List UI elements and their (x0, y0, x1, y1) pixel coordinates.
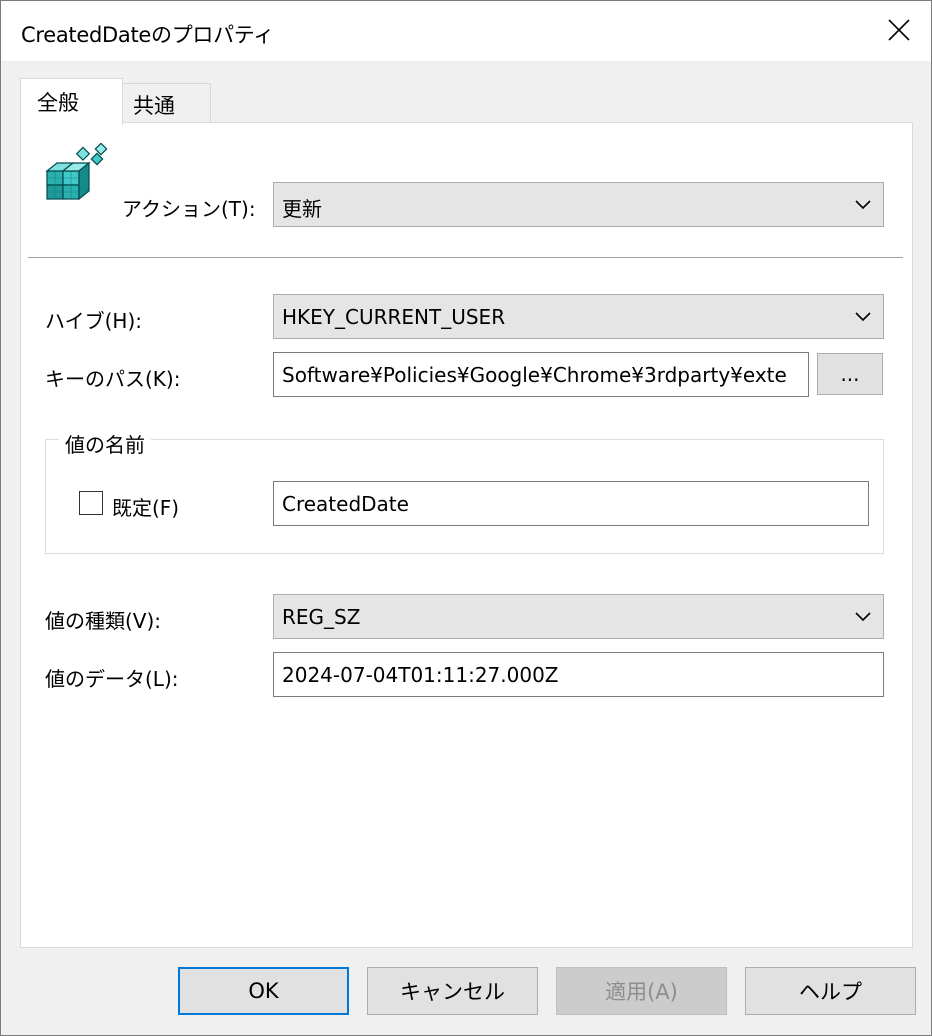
help-button[interactable]: ヘルプ (745, 967, 916, 1015)
chevron-down-icon (855, 200, 871, 210)
chevron-down-icon (855, 612, 871, 622)
default-checkbox-label: 既定(F) (112, 496, 180, 520)
close-button[interactable] (873, 7, 925, 53)
action-select[interactable]: 更新 (273, 182, 884, 227)
hive-select[interactable]: HKEY_CURRENT_USER (273, 294, 884, 339)
cancel-button[interactable]: キャンセル (367, 967, 538, 1015)
hive-label: ハイブ(H): (45, 309, 142, 333)
registry-icon (45, 143, 108, 201)
close-icon (888, 19, 910, 41)
browse-button[interactable]: ... (817, 353, 883, 395)
value-type-select-value: REG_SZ (282, 605, 361, 629)
tab-general[interactable]: 全般 (20, 78, 123, 125)
value-data-label: 値のデータ(L): (45, 667, 179, 691)
tab-common[interactable]: 共通 (122, 83, 211, 123)
value-data-input[interactable]: 2024-07-04T01:11:27.000Z (273, 652, 884, 697)
action-select-value: 更新 (282, 197, 322, 221)
apply-button[interactable]: 適用(A) (556, 967, 727, 1015)
value-type-label: 値の種類(V): (45, 609, 162, 633)
title-bar: CreatedDateのプロパティ (1, 1, 931, 61)
value-type-select[interactable]: REG_SZ (273, 594, 884, 639)
ok-button[interactable]: OK (178, 967, 349, 1015)
chevron-down-icon (855, 312, 871, 322)
properties-dialog: CreatedDateのプロパティ 全般 共通 アクション(T): 更新 ハイブ… (0, 0, 932, 1036)
separator-highlight (28, 258, 903, 259)
value-name-group-title: 値の名前 (59, 429, 151, 458)
hive-select-value: HKEY_CURRENT_USER (282, 305, 506, 329)
key-path-label: キーのパス(K): (45, 367, 181, 391)
default-checkbox[interactable] (79, 491, 103, 515)
value-name-input[interactable]: CreatedDate (273, 481, 869, 526)
key-path-input[interactable]: Software¥Policies¥Google¥Chrome¥3rdparty… (273, 352, 809, 397)
action-label: アクション(T): (122, 197, 256, 221)
window-title: CreatedDateのプロパティ (21, 23, 274, 47)
